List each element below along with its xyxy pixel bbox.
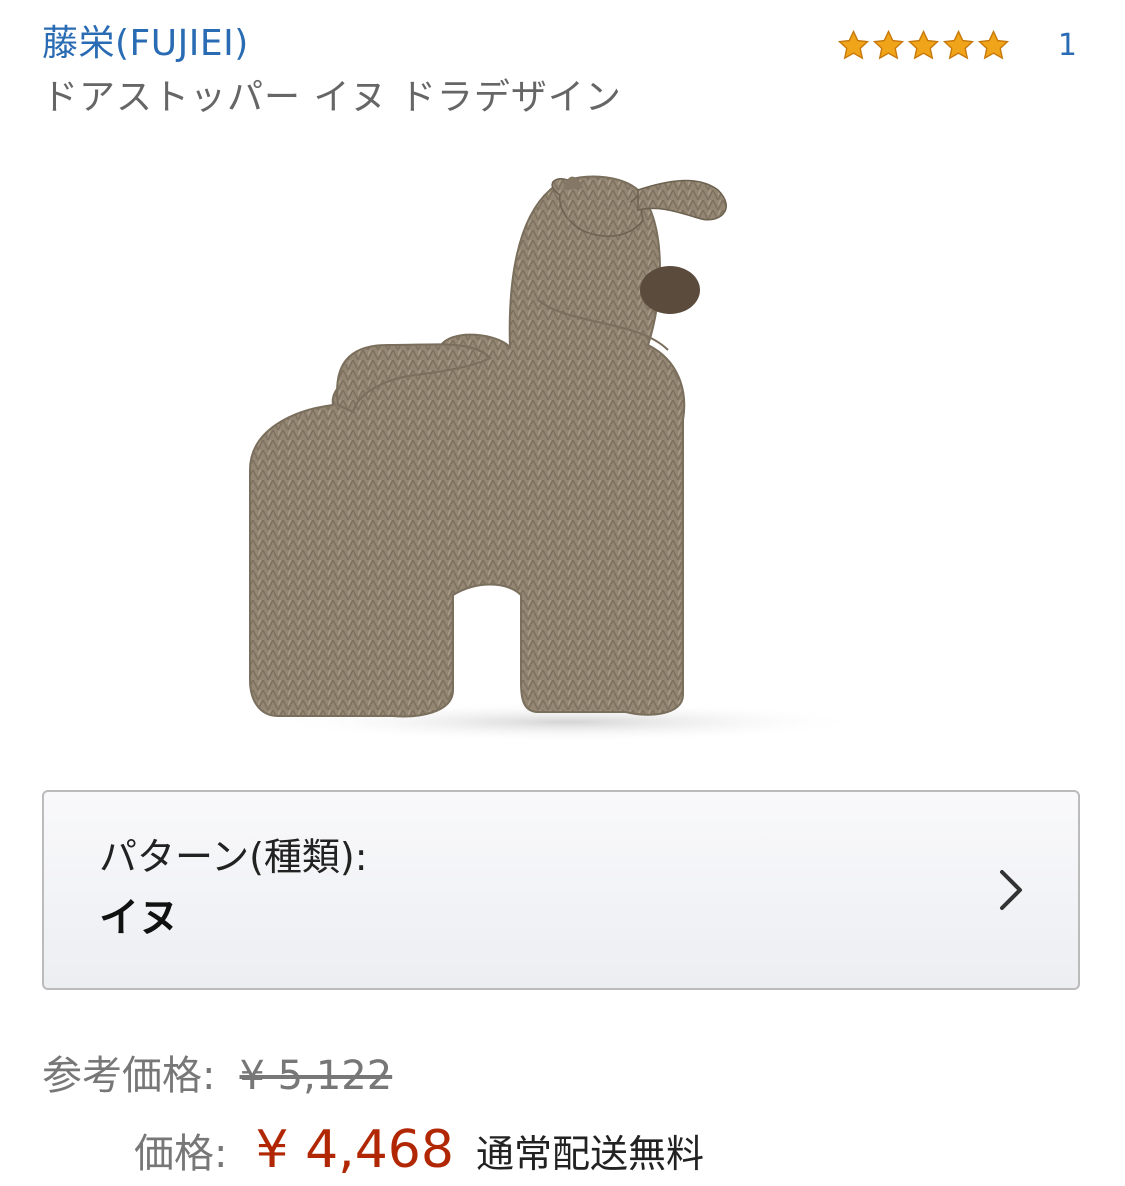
star-icon: [907, 29, 940, 59]
list-price-value: ¥ 5,122: [239, 1053, 393, 1099]
star-rating[interactable]: [837, 29, 1010, 62]
star-icon: [872, 29, 905, 59]
list-price-label: 参考価格:: [42, 1053, 216, 1099]
list-price-row: 参考価格: ¥ 5,122: [42, 1048, 392, 1104]
variation-label: パターン(種類):: [99, 835, 368, 879]
price-label: 価格:: [134, 1131, 228, 1177]
review-count-link[interactable]: 1: [1058, 28, 1077, 63]
star-icon: [942, 29, 975, 59]
price-row: 価格: ¥ 4,468 通常配送無料: [134, 1120, 704, 1184]
product-image[interactable]: [238, 150, 888, 750]
brand-link[interactable]: 藤栄(FUJIEI): [42, 18, 249, 70]
star-icon: [837, 29, 870, 59]
variation-value: イヌ: [99, 895, 179, 941]
rating[interactable]: 1: [837, 22, 1077, 68]
product-title: ドアストッパー イヌ ドラデザイン: [42, 77, 622, 118]
shipping-info: 通常配送無料: [475, 1132, 704, 1176]
star-icon: [977, 29, 1010, 59]
chevron-right-icon: [1000, 870, 1022, 910]
variation-selector[interactable]: パターン(種類): イヌ: [42, 790, 1080, 990]
price-value: ¥ 4,468: [255, 1120, 454, 1180]
